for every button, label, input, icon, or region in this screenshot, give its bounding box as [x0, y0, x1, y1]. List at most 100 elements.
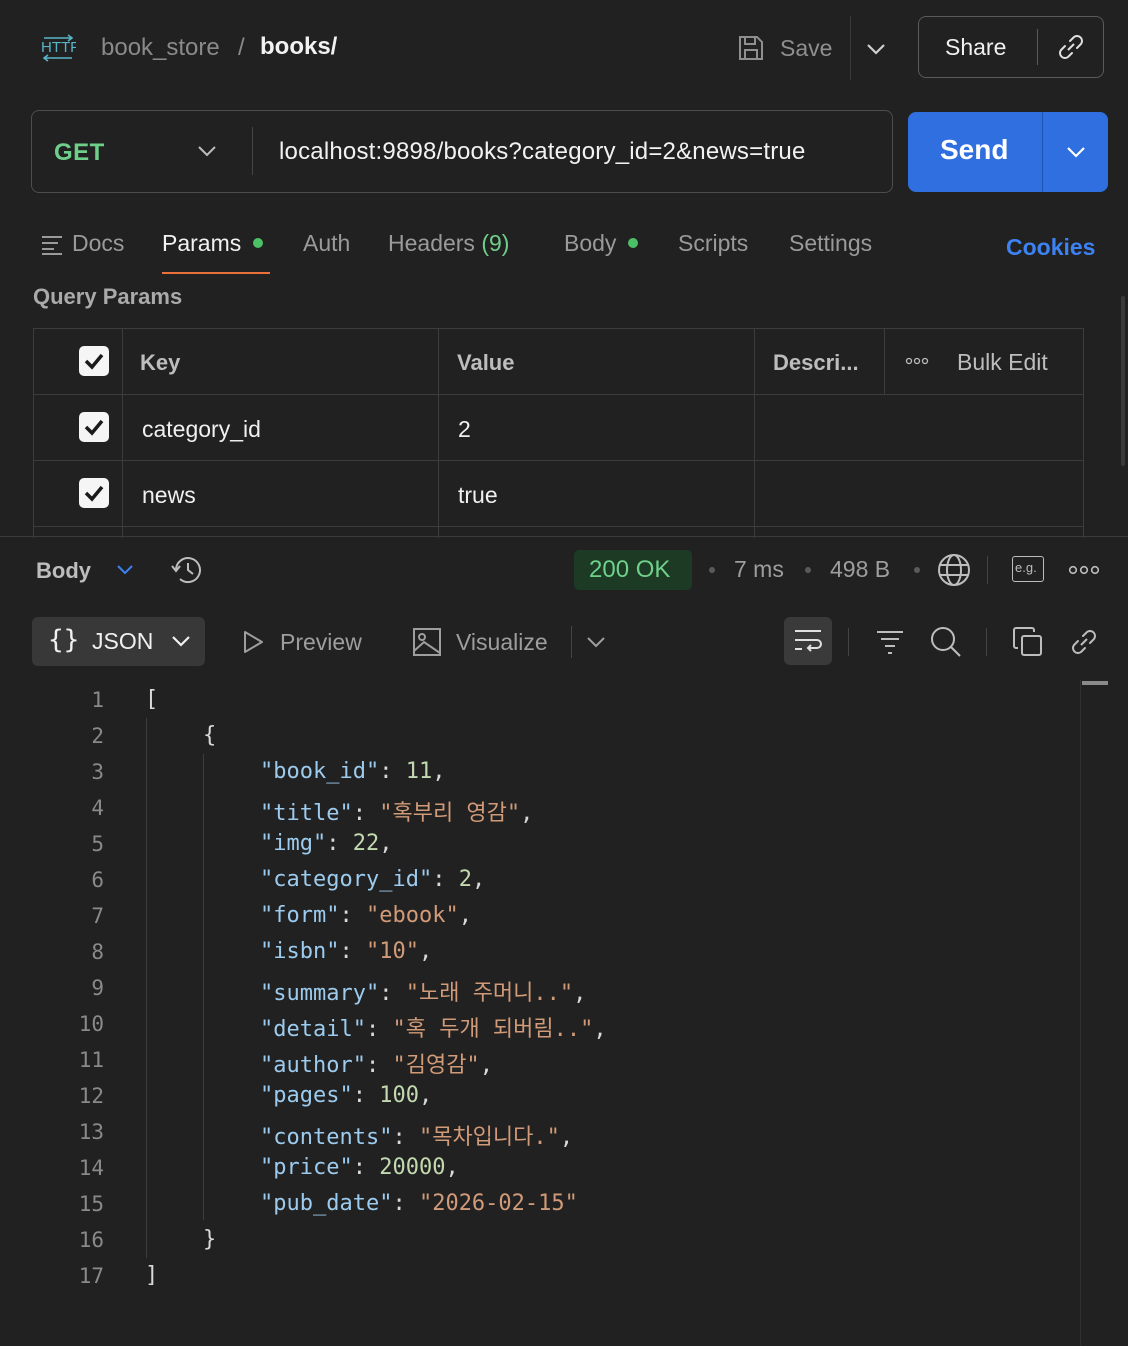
json-value: "혹부리 영감" [379, 801, 521, 826]
param-key[interactable]: news [142, 482, 196, 509]
braces-icon: {} [48, 625, 80, 655]
line-number: 7 [91, 904, 104, 928]
tab-settings[interactable]: Settings [789, 230, 872, 257]
line-number: 9 [91, 976, 104, 1000]
example-badge-label: e.g. [1015, 560, 1037, 575]
preview-button[interactable]: Preview [240, 628, 362, 656]
tab-body-label: Body [564, 230, 617, 256]
save-button[interactable]: Save [736, 28, 832, 68]
param-value[interactable]: true [458, 482, 498, 509]
divider [987, 556, 988, 584]
code-line: ] [145, 1263, 159, 1288]
line-number: 14 [78, 1156, 104, 1180]
code-line: "form": "ebook", [260, 903, 472, 928]
status-badge: 200 OK [574, 550, 692, 590]
code-line: "summary": "노래 주머니..", [260, 981, 587, 1006]
json-value: 11 [405, 759, 433, 784]
param-key[interactable]: category_id [142, 416, 261, 443]
param-checkbox[interactable] [79, 412, 109, 442]
code-line: [ [145, 687, 159, 712]
method-chevron-down-icon[interactable] [196, 141, 218, 161]
headers-count: (9) [481, 230, 510, 256]
copy-icon[interactable] [1012, 626, 1044, 658]
json-value: "목차입니다." [418, 1125, 560, 1150]
save-icon [736, 33, 766, 63]
breadcrumb-separator: / [238, 34, 245, 61]
param-value[interactable]: 2 [458, 416, 471, 443]
query-params-table: Key Value Descri... Bulk Edit category_i… [33, 328, 1084, 538]
code-line: "contents": "목차입니다.", [260, 1125, 574, 1150]
pane-resize-divider[interactable] [0, 536, 1128, 537]
code-line: "price": 20000, [260, 1155, 459, 1180]
indent-guide [203, 754, 204, 1220]
code-line: } [203, 1227, 217, 1252]
more-icon[interactable] [1068, 565, 1100, 575]
request-name[interactable]: books/ [260, 33, 337, 61]
active-tab-underline [162, 272, 270, 274]
json-value: "ebook" [365, 903, 459, 928]
globe-icon[interactable] [936, 552, 972, 588]
visualize-chevron-down-icon[interactable] [585, 633, 607, 651]
history-icon[interactable] [170, 554, 204, 586]
response-time[interactable]: 7 ms [734, 556, 784, 583]
visualize-button[interactable]: Visualize [412, 627, 548, 657]
format-select[interactable]: {} JSON [32, 617, 205, 666]
json-value: 100 [379, 1083, 419, 1108]
code-line: "category_id": 2, [260, 867, 486, 892]
bulk-edit-button[interactable]: Bulk Edit [957, 349, 1048, 376]
send-button[interactable]: Send [908, 112, 1108, 192]
line-number: 10 [78, 1012, 104, 1036]
divider [848, 628, 849, 656]
code-line: "detail": "혹 두개 되버림..", [260, 1017, 607, 1042]
send-options-chevron-down-icon[interactable] [1064, 142, 1088, 162]
tab-params-label: Params [162, 230, 242, 256]
more-icon[interactable] [905, 357, 929, 365]
save-as-example-button[interactable]: e.g. [1012, 556, 1044, 582]
param-checkbox[interactable] [79, 478, 109, 508]
http-icon: HTTP [40, 32, 76, 64]
docs-icon [40, 233, 64, 255]
method-select[interactable]: GET [54, 139, 105, 167]
search-icon[interactable] [929, 625, 963, 659]
code-line: { [203, 723, 217, 748]
code-line: "img": 22, [260, 831, 393, 856]
filter-icon[interactable] [875, 627, 905, 657]
json-value: 20000 [379, 1155, 446, 1180]
line-number: 4 [91, 796, 104, 820]
json-value: "10" [365, 939, 419, 964]
share-button[interactable]: Share [918, 16, 1104, 78]
line-number: 5 [91, 832, 104, 856]
chevron-down-icon [170, 632, 192, 650]
divider [850, 16, 851, 80]
line-number: 1 [91, 688, 104, 712]
breadcrumb-collection[interactable]: book_store [101, 34, 220, 62]
http-badge-text: HTTP [41, 39, 76, 56]
wrap-lines-button[interactable] [784, 617, 832, 665]
params-scrollbar[interactable] [1121, 296, 1125, 466]
tab-docs[interactable]: Docs [40, 230, 124, 257]
tab-auth[interactable]: Auth [303, 230, 350, 257]
json-value: 22 [352, 831, 380, 856]
tab-headers-label: Headers [388, 230, 475, 256]
select-all-checkbox[interactable] [79, 346, 109, 376]
save-options-chevron-down-icon[interactable] [864, 38, 888, 60]
tab-params[interactable]: Params [162, 230, 264, 257]
save-label: Save [780, 34, 833, 61]
response-section-chevron-down-icon[interactable] [114, 561, 136, 579]
line-number: 8 [91, 940, 104, 964]
link-icon[interactable] [1068, 626, 1100, 658]
line-number: 11 [78, 1048, 104, 1072]
code-scrollbar[interactable] [1082, 681, 1108, 685]
cookies-link[interactable]: Cookies [1006, 234, 1095, 261]
indent-guide [146, 718, 147, 1258]
link-icon[interactable] [1055, 31, 1087, 63]
tab-body[interactable]: Body [564, 230, 639, 257]
code-line: "isbn": "10", [260, 939, 433, 964]
url-input[interactable]: localhost:9898/books?category_id=2&news=… [279, 138, 806, 166]
tab-scripts[interactable]: Scripts [678, 230, 748, 257]
line-number: 17 [78, 1264, 104, 1288]
format-label: JSON [92, 628, 154, 654]
divider [1037, 29, 1038, 65]
response-size[interactable]: 498 B [830, 556, 890, 583]
tab-headers[interactable]: Headers (9) [388, 230, 509, 257]
